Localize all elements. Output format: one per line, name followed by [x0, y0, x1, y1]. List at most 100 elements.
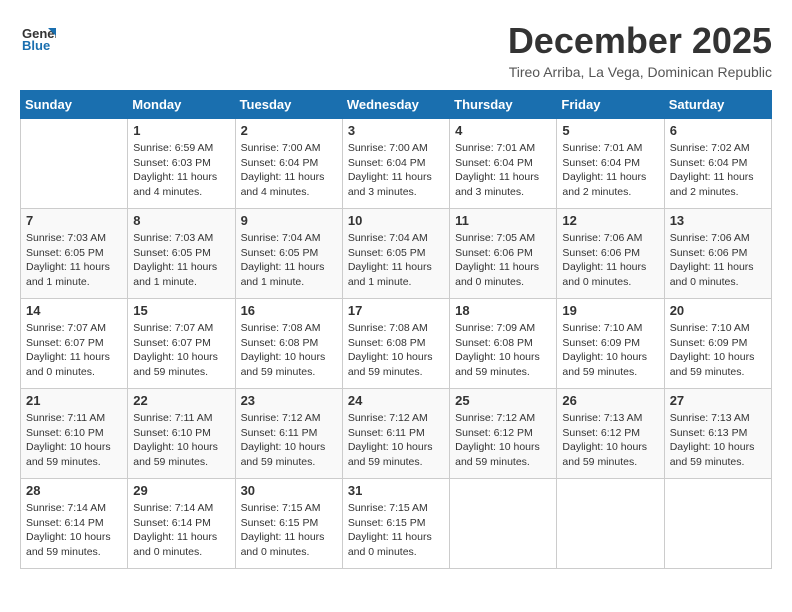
day-info: Sunrise: 7:15 AMSunset: 6:15 PMDaylight:…: [241, 501, 337, 560]
day-info: Sunrise: 7:14 AMSunset: 6:14 PMDaylight:…: [133, 501, 229, 560]
day-info: Sunrise: 7:07 AMSunset: 6:07 PMDaylight:…: [26, 321, 122, 380]
day-number: 10: [348, 213, 444, 228]
calendar-cell: 24Sunrise: 7:12 AMSunset: 6:11 PMDayligh…: [342, 389, 449, 479]
day-number: 18: [455, 303, 551, 318]
day-info: Sunrise: 7:05 AMSunset: 6:06 PMDaylight:…: [455, 231, 551, 290]
day-info: Sunrise: 7:03 AMSunset: 6:05 PMDaylight:…: [133, 231, 229, 290]
week-row-1: 1Sunrise: 6:59 AMSunset: 6:03 PMDaylight…: [21, 119, 772, 209]
col-header-thursday: Thursday: [450, 91, 557, 119]
calendar-cell: 23 Sunrise: 7:12 AMSunset: 6:11 PMDayligh…: [235, 389, 342, 479]
calendar-cell: 29Sunrise: 7:14 AMSunset: 6:14 PMDayligh…: [128, 479, 235, 569]
day-info: Sunrise: 7:03 AMSunset: 6:05 PMDaylight:…: [26, 231, 122, 290]
day-info: Sunrise: 7:13 AMSunset: 6:12 PMDaylight:…: [562, 411, 658, 470]
day-info: Sunrise: 7:12 AMSunset: 6:11 PMDaylight:…: [241, 411, 337, 470]
calendar-cell: 22Sunrise: 7:11 AMSunset: 6:10 PMDayligh…: [128, 389, 235, 479]
calendar-cell: 2 Sunrise: 7:00 AMSunset: 6:04 PMDaylight…: [235, 119, 342, 209]
day-info: Sunrise: 7:08 AMSunset: 6:08 PMDaylight:…: [348, 321, 444, 380]
day-number: 8: [133, 213, 229, 228]
calendar-cell: 25 Sunrise: 7:12 AMSunset: 6:12 PMDayligh…: [450, 389, 557, 479]
day-info: Sunrise: 6:59 AMSunset: 6:03 PMDaylight:…: [133, 141, 229, 200]
day-number: 3: [348, 123, 444, 138]
logo-icon: General Blue: [20, 20, 56, 56]
day-number: 25: [455, 393, 551, 408]
calendar-cell: 18 Sunrise: 7:09 AMSunset: 6:08 PMDayligh…: [450, 299, 557, 389]
week-row-3: 14Sunrise: 7:07 AMSunset: 6:07 PMDayligh…: [21, 299, 772, 389]
day-number: 30: [241, 483, 337, 498]
day-info: Sunrise: 7:01 AMSunset: 6:04 PMDaylight:…: [455, 141, 551, 200]
calendar-cell: 26 Sunrise: 7:13 AMSunset: 6:12 PMDayligh…: [557, 389, 664, 479]
day-info: Sunrise: 7:04 AMSunset: 6:05 PMDaylight:…: [348, 231, 444, 290]
day-number: 21: [26, 393, 122, 408]
day-info: Sunrise: 7:14 AMSunset: 6:14 PMDaylight:…: [26, 501, 122, 560]
calendar-cell: [557, 479, 664, 569]
day-info: Sunrise: 7:07 AMSunset: 6:07 PMDaylight:…: [133, 321, 229, 380]
week-row-4: 21 Sunrise: 7:11 AMSunset: 6:10 PMDayligh…: [21, 389, 772, 479]
day-info: Sunrise: 7:06 AMSunset: 6:06 PMDaylight:…: [670, 231, 766, 290]
day-number: 4: [455, 123, 551, 138]
calendar-cell: 30 Sunrise: 7:15 AMSunset: 6:15 PMDayligh…: [235, 479, 342, 569]
day-number: 9: [241, 213, 337, 228]
day-number: 15: [133, 303, 229, 318]
calendar-cell: 15 Sunrise: 7:07 AMSunset: 6:07 PMDayligh…: [128, 299, 235, 389]
col-header-saturday: Saturday: [664, 91, 771, 119]
page-header: General Blue December 2025 Tireo Arriba,…: [20, 20, 772, 80]
day-info: Sunrise: 7:10 AMSunset: 6:09 PMDaylight:…: [670, 321, 766, 380]
day-number: 12: [562, 213, 658, 228]
col-header-wednesday: Wednesday: [342, 91, 449, 119]
calendar-cell: 6 Sunrise: 7:02 AMSunset: 6:04 PMDaylight…: [664, 119, 771, 209]
day-number: 27: [670, 393, 766, 408]
calendar-cell: [664, 479, 771, 569]
calendar-cell: 1Sunrise: 6:59 AMSunset: 6:03 PMDaylight…: [128, 119, 235, 209]
day-info: Sunrise: 7:04 AMSunset: 6:05 PMDaylight:…: [241, 231, 337, 290]
calendar-cell: 21 Sunrise: 7:11 AMSunset: 6:10 PMDayligh…: [21, 389, 128, 479]
calendar-cell: 13 Sunrise: 7:06 AMSunset: 6:06 PMDayligh…: [664, 209, 771, 299]
col-header-tuesday: Tuesday: [235, 91, 342, 119]
day-number: 28: [26, 483, 122, 498]
calendar-cell: 19 Sunrise: 7:10 AMSunset: 6:09 PMDayligh…: [557, 299, 664, 389]
calendar-cell: 17 Sunrise: 7:08 AMSunset: 6:08 PMDayligh…: [342, 299, 449, 389]
day-number: 13: [670, 213, 766, 228]
calendar-cell: 5 Sunrise: 7:01 AMSunset: 6:04 PMDaylight…: [557, 119, 664, 209]
day-number: 19: [562, 303, 658, 318]
day-info: Sunrise: 7:00 AMSunset: 6:04 PMDaylight:…: [348, 141, 444, 200]
col-header-friday: Friday: [557, 91, 664, 119]
calendar-cell: 16 Sunrise: 7:08 AMSunset: 6:08 PMDayligh…: [235, 299, 342, 389]
day-number: 6: [670, 123, 766, 138]
day-info: Sunrise: 7:10 AMSunset: 6:09 PMDaylight:…: [562, 321, 658, 380]
calendar-cell: 12Sunrise: 7:06 AMSunset: 6:06 PMDayligh…: [557, 209, 664, 299]
calendar-cell: 3 Sunrise: 7:00 AMSunset: 6:04 PMDaylight…: [342, 119, 449, 209]
day-number: 5: [562, 123, 658, 138]
calendar-cell: [450, 479, 557, 569]
day-number: 23: [241, 393, 337, 408]
svg-text:Blue: Blue: [22, 38, 50, 53]
day-number: 31: [348, 483, 444, 498]
day-number: 20: [670, 303, 766, 318]
day-number: 2: [241, 123, 337, 138]
title-block: December 2025 Tireo Arriba, La Vega, Dom…: [508, 20, 772, 80]
day-number: 17: [348, 303, 444, 318]
day-number: 26: [562, 393, 658, 408]
calendar-cell: 27Sunrise: 7:13 AMSunset: 6:13 PMDayligh…: [664, 389, 771, 479]
day-info: Sunrise: 7:12 AMSunset: 6:11 PMDaylight:…: [348, 411, 444, 470]
calendar-cell: 31 Sunrise: 7:15 AMSunset: 6:15 PMDayligh…: [342, 479, 449, 569]
day-number: 16: [241, 303, 337, 318]
calendar-cell: 28 Sunrise: 7:14 AMSunset: 6:14 PMDayligh…: [21, 479, 128, 569]
calendar-cell: [21, 119, 128, 209]
logo: General Blue: [20, 20, 56, 56]
calendar-cell: 20 Sunrise: 7:10 AMSunset: 6:09 PMDayligh…: [664, 299, 771, 389]
day-info: Sunrise: 7:08 AMSunset: 6:08 PMDaylight:…: [241, 321, 337, 380]
month-title: December 2025: [508, 20, 772, 62]
day-info: Sunrise: 7:15 AMSunset: 6:15 PMDaylight:…: [348, 501, 444, 560]
day-info: Sunrise: 7:02 AMSunset: 6:04 PMDaylight:…: [670, 141, 766, 200]
day-number: 22: [133, 393, 229, 408]
day-number: 7: [26, 213, 122, 228]
header-row: SundayMondayTuesdayWednesdayThursdayFrid…: [21, 91, 772, 119]
day-info: Sunrise: 7:12 AMSunset: 6:12 PMDaylight:…: [455, 411, 551, 470]
day-number: 11: [455, 213, 551, 228]
day-info: Sunrise: 7:09 AMSunset: 6:08 PMDaylight:…: [455, 321, 551, 380]
day-info: Sunrise: 7:11 AMSunset: 6:10 PMDaylight:…: [26, 411, 122, 470]
day-info: Sunrise: 7:01 AMSunset: 6:04 PMDaylight:…: [562, 141, 658, 200]
day-info: Sunrise: 7:00 AMSunset: 6:04 PMDaylight:…: [241, 141, 337, 200]
calendar-cell: 7 Sunrise: 7:03 AMSunset: 6:05 PMDaylight…: [21, 209, 128, 299]
calendar-cell: 8 Sunrise: 7:03 AMSunset: 6:05 PMDaylight…: [128, 209, 235, 299]
